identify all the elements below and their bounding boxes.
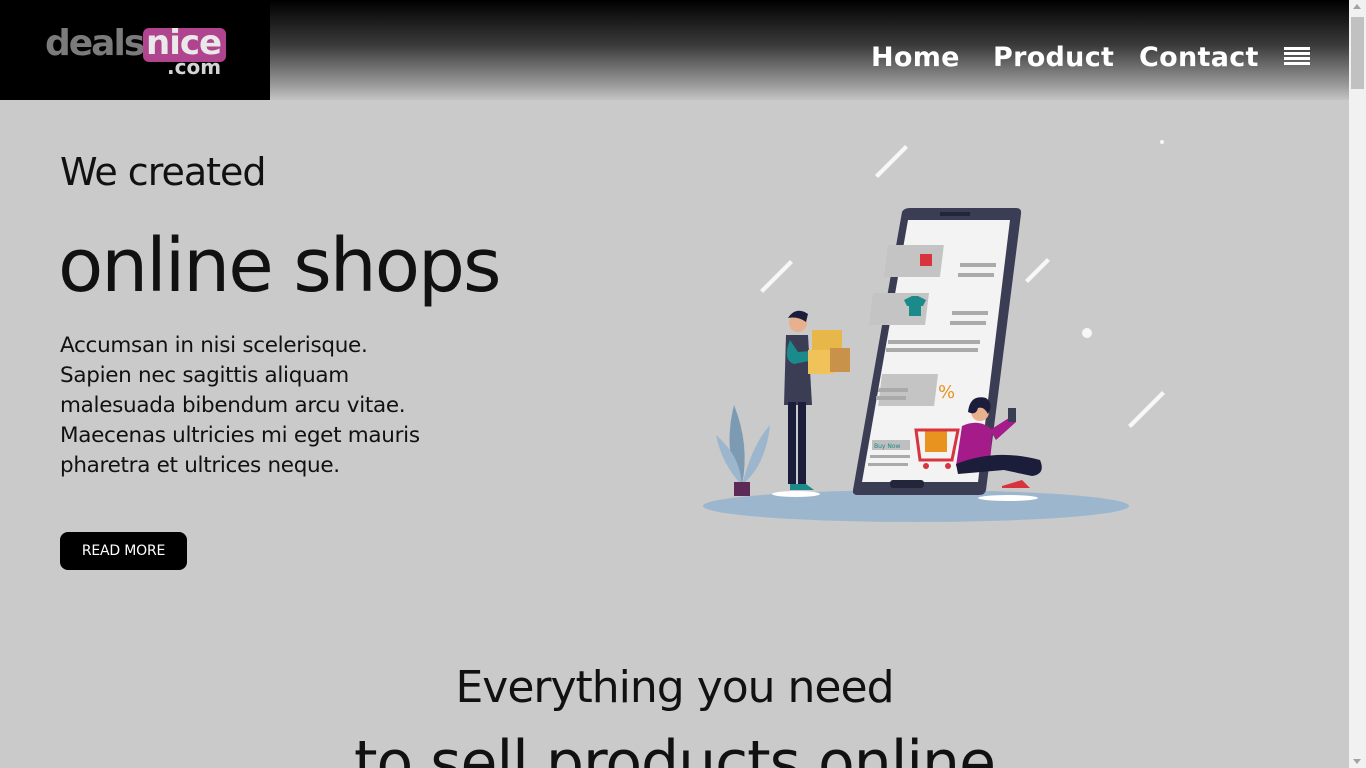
site-header: deals nice .com Home Product Contact [0, 0, 1349, 100]
online-shopping-illustration: % Buy Now [703, 140, 1165, 522]
percent-label: % [938, 382, 955, 403]
nav-link-contact[interactable]: Contact [1139, 40, 1259, 76]
site-logo[interactable]: deals nice .com [0, 0, 270, 100]
hero-paragraph-line: Accumsan in nisi scelerisque. [60, 333, 368, 358]
nav-link-home[interactable]: Home [871, 40, 960, 76]
hero-subheading: We created [60, 150, 267, 194]
logo-suffix: .com [167, 55, 222, 79]
hero-paragraph: Accumsan in nisi scelerisque. Sapien nec… [60, 331, 490, 481]
nav-link-product[interactable]: Product [993, 40, 1114, 76]
read-more-button[interactable]: READ MORE [60, 532, 187, 570]
hero-paragraph-line: pharetra et ultrices neque. [60, 453, 340, 478]
scrollbar-thumb[interactable] [1351, 17, 1364, 89]
hamburger-menu-icon[interactable] [1284, 47, 1310, 67]
scroll-down-arrow-icon[interactable] [1353, 759, 1361, 764]
section-title: Everything you need [455, 662, 895, 713]
hero-paragraph-line: Sapien nec sagittis aliquam [60, 363, 349, 388]
section-subtitle: to sell products online [353, 728, 996, 768]
plant-icon [716, 405, 770, 496]
scroll-up-arrow-icon[interactable] [1353, 4, 1361, 9]
buy-now-label: Buy Now [874, 443, 901, 450]
hero-paragraph-line: Maecenas ultricies mi eget mauris [60, 423, 420, 448]
logo-word: deals [45, 23, 145, 64]
hero-heading: online shops [58, 223, 501, 309]
delivery-person-figure [772, 310, 850, 497]
vertical-scrollbar[interactable] [1349, 0, 1366, 768]
hero-paragraph-line: malesuada bibendum arcu vitae. [60, 393, 406, 418]
